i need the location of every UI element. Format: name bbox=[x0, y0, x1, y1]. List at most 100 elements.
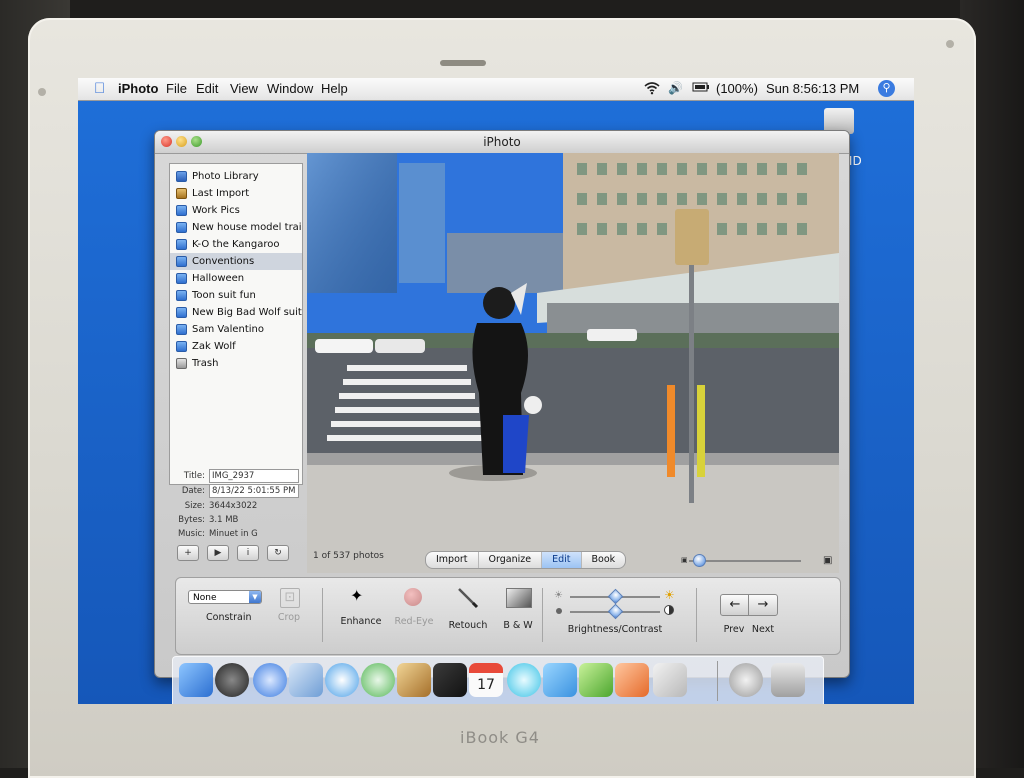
menu-bar:  iPhoto File Edit View Window Help 🔊 (1… bbox=[78, 78, 914, 101]
trash-icon[interactable] bbox=[771, 663, 805, 697]
app-icon[interactable] bbox=[615, 663, 649, 697]
prev-label: Prev bbox=[723, 624, 745, 635]
mail-icon[interactable] bbox=[289, 663, 323, 697]
mode-organize[interactable]: Organize bbox=[479, 552, 543, 568]
trash-icon bbox=[176, 358, 187, 369]
menu-edit[interactable]: Edit bbox=[196, 81, 218, 96]
add-album-button[interactable]: + bbox=[177, 545, 199, 561]
itunes-icon[interactable] bbox=[361, 663, 395, 697]
info-button[interactable]: i bbox=[237, 545, 259, 561]
retouch-brush-icon[interactable] bbox=[456, 586, 480, 614]
downloads-stack-icon[interactable] bbox=[729, 663, 763, 697]
menu-app-name[interactable]: iPhoto bbox=[118, 81, 158, 96]
wifi-icon[interactable] bbox=[644, 81, 660, 98]
size-value: 3644x3022 bbox=[209, 501, 258, 511]
bezel-screw bbox=[38, 88, 46, 96]
album-icon bbox=[176, 239, 187, 250]
menu-window[interactable]: Window bbox=[267, 81, 313, 96]
zoom-icon[interactable] bbox=[191, 136, 202, 147]
black-and-white-icon[interactable] bbox=[506, 588, 532, 608]
source-album[interactable]: New house model trai bbox=[170, 219, 302, 236]
source-album[interactable]: New Big Bad Wolf suit bbox=[170, 304, 302, 321]
mode-book[interactable]: Book bbox=[582, 552, 626, 568]
next-arrow-icon[interactable]: → bbox=[748, 594, 778, 616]
source-photo-library[interactable]: Photo Library bbox=[170, 168, 302, 185]
enhance-label: Enhance bbox=[340, 616, 382, 627]
source-album[interactable]: Work Pics bbox=[170, 202, 302, 219]
last-import-icon bbox=[176, 188, 187, 199]
photo-view[interactable] bbox=[307, 153, 839, 573]
contrast-high-icon bbox=[664, 605, 674, 615]
album-icon bbox=[176, 341, 187, 352]
contrast-slider-knob[interactable] bbox=[607, 603, 624, 620]
slideshow-button[interactable]: ▶ bbox=[207, 545, 229, 561]
brightness-high-icon: ☀ bbox=[664, 588, 675, 602]
menu-view[interactable]: View bbox=[230, 81, 258, 96]
prev-arrow-icon[interactable]: ← bbox=[720, 594, 750, 616]
next-label: Next bbox=[751, 624, 775, 635]
menu-clock[interactable]: Sun 8:56:13 PM bbox=[766, 81, 859, 96]
title-field[interactable]: IMG_2937 bbox=[209, 469, 299, 483]
retouch-label: Retouch bbox=[448, 620, 488, 631]
volume-icon[interactable]: 🔊 bbox=[668, 81, 683, 95]
album-icon bbox=[176, 222, 187, 233]
red-eye-icon[interactable] bbox=[404, 588, 422, 606]
brightness-low-icon: ☀ bbox=[554, 590, 563, 601]
minimize-icon[interactable] bbox=[176, 136, 187, 147]
battery-icon[interactable] bbox=[692, 81, 710, 96]
system-preferences-icon[interactable] bbox=[653, 663, 687, 697]
source-trash[interactable]: Trash bbox=[170, 355, 302, 372]
finder-icon[interactable] bbox=[179, 663, 213, 697]
source-album[interactable]: K-O the Kangaroo bbox=[170, 236, 302, 253]
large-photo-icon: ▣ bbox=[823, 555, 833, 566]
photo-library-icon bbox=[176, 171, 187, 182]
safari-icon[interactable] bbox=[253, 663, 287, 697]
quicktime-icon[interactable] bbox=[507, 663, 541, 697]
constrain-label: Constrain bbox=[206, 612, 252, 623]
source-list: Photo Library Last Import Work Pics New … bbox=[169, 163, 303, 485]
source-album[interactable]: Zak Wolf bbox=[170, 338, 302, 355]
brightness-slider-knob[interactable] bbox=[607, 588, 624, 605]
crop-icon[interactable]: ⊡ bbox=[280, 588, 300, 608]
iphoto-window: iPhoto Photo Library Last Import Work Pi… bbox=[154, 130, 850, 678]
app-icon[interactable] bbox=[543, 663, 577, 697]
source-album[interactable]: Sam Valentino bbox=[170, 321, 302, 338]
spotlight-icon[interactable]: ⚲ bbox=[878, 80, 895, 97]
info-title-row: Title: IMG_2937 bbox=[169, 469, 299, 483]
rotate-button[interactable]: ↻ bbox=[267, 545, 289, 561]
constrain-popup[interactable]: None ▼ bbox=[188, 590, 262, 604]
album-icon bbox=[176, 307, 187, 318]
toolbar-divider bbox=[322, 588, 323, 642]
ical-icon[interactable]: 17 bbox=[469, 663, 503, 697]
enhance-wand-icon[interactable]: ✦ bbox=[350, 586, 363, 605]
toolbar-divider bbox=[696, 588, 697, 642]
popup-arrow-icon: ▼ bbox=[249, 591, 261, 603]
red-eye-label: Red-Eye bbox=[394, 616, 434, 627]
imovie-icon[interactable] bbox=[433, 663, 467, 697]
edit-toolbar: None ▼ Constrain ⊡ Crop ✦ Enhance Red-Ey… bbox=[175, 577, 841, 655]
window-title: iPhoto bbox=[483, 135, 521, 149]
source-album[interactable]: Halloween bbox=[170, 270, 302, 287]
window-titlebar[interactable]: iPhoto bbox=[155, 131, 849, 154]
close-icon[interactable] bbox=[161, 136, 172, 147]
dashboard-icon[interactable] bbox=[215, 663, 249, 697]
bezel-screw bbox=[946, 40, 954, 48]
source-album-selected[interactable]: Conventions bbox=[170, 253, 302, 270]
mode-edit[interactable]: Edit bbox=[542, 552, 582, 568]
mode-import[interactable]: Import bbox=[426, 552, 479, 568]
source-last-import[interactable]: Last Import bbox=[170, 185, 302, 202]
ichat-icon[interactable] bbox=[325, 663, 359, 697]
photo-count: 1 of 537 photos bbox=[313, 551, 384, 561]
source-album[interactable]: Toon suit fun bbox=[170, 287, 302, 304]
date-field[interactable]: 8/13/22 5:01:55 PM bbox=[209, 484, 299, 498]
camera-slot bbox=[440, 60, 486, 66]
menu-file[interactable]: File bbox=[166, 81, 187, 96]
app-icon[interactable] bbox=[579, 663, 613, 697]
menu-help[interactable]: Help bbox=[321, 81, 348, 96]
iphoto-icon[interactable] bbox=[397, 663, 431, 697]
apple-menu-icon[interactable]:  bbox=[94, 80, 105, 97]
mode-switcher: Import Organize Edit Book bbox=[425, 551, 627, 569]
info-size-row: Size: 3644x3022 bbox=[184, 501, 258, 511]
zoom-slider-knob[interactable] bbox=[693, 554, 706, 567]
small-photo-icon: ▣ bbox=[681, 556, 688, 564]
